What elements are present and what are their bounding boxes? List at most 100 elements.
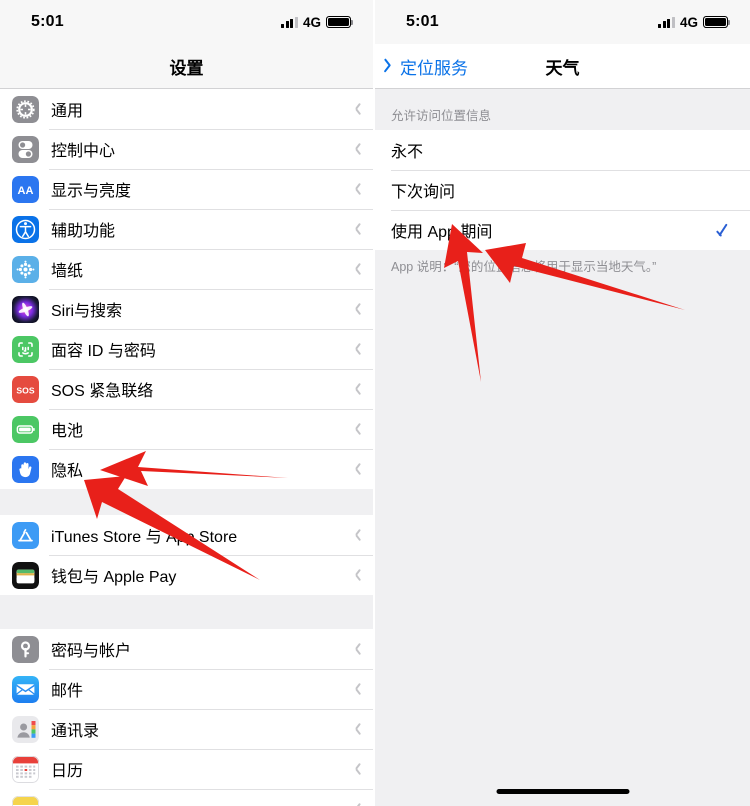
settings-scroll-area[interactable]: 通用 控制中心 AA 显示与亮度 辅助功能 墙纸 Siri与搜索 面容 ID 与…	[0, 89, 373, 806]
wallpaper-icon	[12, 255, 39, 283]
left-nav-bar: 设置	[0, 44, 373, 89]
settings-group-system: 通用 控制中心 AA 显示与亮度 辅助功能 墙纸 Siri与搜索 面容 ID 与…	[0, 89, 373, 489]
chevron-right-icon	[351, 382, 359, 396]
contacts-icon	[12, 715, 39, 743]
control-center-icon	[12, 135, 39, 163]
sidebar-item-itunes-app-store[interactable]: iTunes Store 与 App Store	[0, 515, 373, 555]
sidebar-item-wallet-apple-pay[interactable]: 钱包与 Apple Pay	[0, 555, 373, 595]
sidebar-item-contacts[interactable]: 通讯录	[0, 709, 373, 749]
sidebar-item-face-id-passcode[interactable]: 面容 ID 与密码	[0, 329, 373, 369]
sidebar-item-privacy[interactable]: 隐私	[0, 449, 373, 489]
chevron-right-icon	[351, 142, 359, 156]
chevron-right-icon	[351, 102, 359, 116]
chevron-right-icon	[351, 528, 359, 542]
signal-bars-icon	[281, 16, 298, 28]
status-indicators: 4G	[281, 14, 354, 30]
sidebar-item-accessibility[interactable]: 辅助功能	[0, 209, 373, 249]
siri-icon	[12, 295, 39, 323]
back-button-label: 定位服务	[400, 58, 468, 78]
chevron-right-icon	[351, 802, 359, 806]
passwords-key-icon	[12, 635, 39, 663]
chevron-right-icon	[351, 302, 359, 316]
wallet-icon	[12, 561, 39, 589]
option-ask-next-time[interactable]: 下次询问	[375, 170, 750, 210]
sos-icon: SOS	[12, 375, 39, 403]
face-id-icon	[12, 335, 39, 363]
settings-group-stores: iTunes Store 与 App Store 钱包与 Apple Pay	[0, 515, 373, 595]
sidebar-item-passwords-accounts[interactable]: 密码与帐户	[0, 629, 373, 669]
sidebar-item-wallpaper[interactable]: 墙纸	[0, 249, 373, 289]
sidebar-item-label: 电池	[51, 423, 84, 440]
sidebar-item-control-center[interactable]: 控制中心	[0, 129, 373, 169]
chevron-right-icon	[351, 342, 359, 356]
app-purpose-footnote: App 说明：“您的位置信息将用于显示当地天气。”	[391, 260, 657, 274]
chevron-right-icon	[351, 182, 359, 196]
mail-icon	[12, 675, 39, 703]
group-separator	[0, 595, 373, 629]
chevron-right-icon	[351, 642, 359, 656]
calendar-icon	[12, 755, 39, 783]
left-phone-settings-screen: 5:01 4G 设置 通用 控制中心 AA 显示与亮度 辅助功能 墙纸 Siri…	[0, 0, 373, 806]
sidebar-item-siri-search[interactable]: Siri与搜索	[0, 289, 373, 329]
display-brightness-icon: AA	[12, 175, 39, 203]
chevron-right-icon	[351, 762, 359, 776]
section-header: 允许访问位置信息	[391, 109, 492, 123]
sidebar-item-calendar[interactable]: 日历	[0, 749, 373, 789]
sidebar-item-display-brightness[interactable]: AA 显示与亮度	[0, 169, 373, 209]
sidebar-item-label: 钱包与 Apple Pay	[51, 569, 177, 586]
sidebar-item-label: 密码与帐户	[51, 643, 132, 660]
dual-phone-screenshot: 5:01 4G 设置 通用 控制中心 AA 显示与亮度 辅助功能 墙纸 Siri…	[0, 0, 750, 806]
sidebar-item-label: 显示与亮度	[51, 183, 132, 200]
svg-text:SOS: SOS	[16, 385, 34, 395]
sidebar-item-label: 墙纸	[51, 263, 84, 280]
chevron-right-icon	[351, 462, 359, 476]
sidebar-item-partial[interactable]	[0, 789, 373, 806]
right-status-bar: 5:01 4G	[375, 0, 750, 44]
network-type-label: 4G	[302, 14, 321, 30]
sidebar-item-label: Siri与搜索	[51, 303, 123, 320]
back-button[interactable]: 定位服务	[375, 54, 468, 79]
page-title: 设置	[169, 58, 204, 78]
network-type-label: 4G	[679, 14, 698, 30]
chevron-right-icon	[351, 722, 359, 736]
notes-icon	[12, 795, 39, 806]
sidebar-item-label: SOS 紧急联络	[51, 383, 154, 400]
svg-text:AA: AA	[18, 185, 34, 197]
sidebar-item-label: 邮件	[51, 683, 84, 700]
chevron-right-icon	[351, 568, 359, 582]
chevron-left-icon	[386, 57, 396, 75]
option-label: 使用 App 期间	[391, 224, 493, 241]
accessibility-icon	[12, 215, 39, 243]
signal-bars-icon	[658, 16, 675, 28]
option-never[interactable]: 永不	[375, 130, 750, 170]
left-status-bar: 5:01 4G	[0, 0, 373, 44]
chevron-right-icon	[351, 682, 359, 696]
chevron-right-icon	[351, 222, 359, 236]
home-indicator	[496, 789, 629, 794]
option-while-using-app[interactable]: 使用 App 期间	[375, 210, 750, 250]
status-time: 5:01	[31, 13, 64, 30]
sidebar-item-label: 隐私	[51, 463, 84, 480]
group-separator	[0, 489, 373, 515]
location-options-group: 永不 下次询问 使用 App 期间	[375, 130, 750, 250]
right-nav-bar: 定位服务 天气	[375, 44, 750, 89]
sidebar-item-label: 日历	[51, 763, 84, 780]
sidebar-item-label: 通讯录	[51, 723, 100, 740]
sidebar-item-general[interactable]: 通用	[0, 89, 373, 129]
gear-icon	[12, 95, 39, 123]
sidebar-item-label: 控制中心	[51, 143, 116, 160]
checkmark-icon	[717, 222, 734, 239]
sidebar-item-battery[interactable]: 电池	[0, 409, 373, 449]
right-phone-location-permission-screen: 5:01 4G 定位服务 天气 允许访问位置信息 永不 下次询问 使用 App …	[375, 0, 750, 806]
sidebar-item-mail[interactable]: 邮件	[0, 669, 373, 709]
sidebar-item-label: 面容 ID 与密码	[51, 343, 156, 360]
status-time: 5:01	[406, 13, 439, 30]
permission-scroll-area[interactable]: 允许访问位置信息 永不 下次询问 使用 App 期间 App 说明：“您的位置信…	[375, 89, 750, 806]
chevron-right-icon	[351, 422, 359, 436]
battery-icon	[12, 415, 39, 443]
sidebar-item-label: iTunes Store 与 App Store	[51, 529, 238, 546]
battery-full-icon	[703, 16, 731, 28]
settings-group-accounts: 密码与帐户 邮件 通讯录 日历	[0, 629, 373, 806]
sidebar-item-emergency-sos[interactable]: SOS SOS 紧急联络	[0, 369, 373, 409]
sidebar-item-label: 辅助功能	[51, 223, 116, 240]
